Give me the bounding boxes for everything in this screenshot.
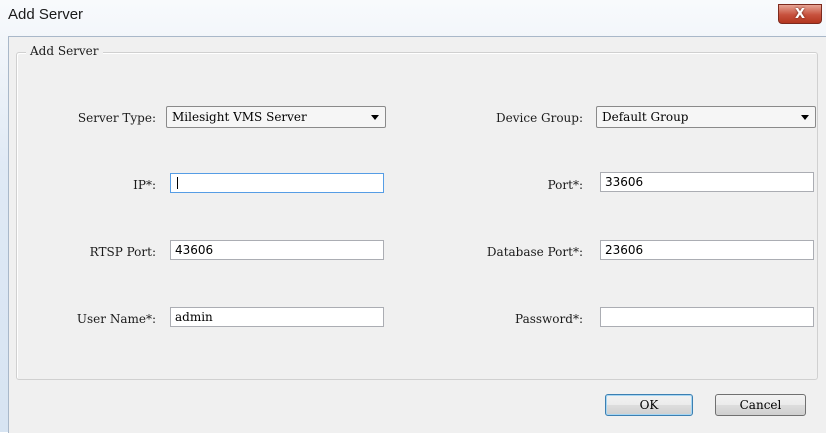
title-bar[interactable]: Add Server X [0, 0, 826, 32]
close-button[interactable]: X [778, 4, 822, 24]
rtsp-port-label: RTSP Port: [89, 245, 156, 259]
ip-label: IP*: [133, 178, 156, 192]
database-port-label: Database Port*: [486, 245, 583, 259]
ok-button[interactable]: OK [605, 394, 693, 416]
text-caret [177, 177, 178, 189]
add-server-groupbox [16, 52, 818, 380]
device-group-value: Default Group [602, 110, 689, 124]
server-type-label: Server Type: [77, 111, 156, 125]
window-title: Add Server [8, 6, 84, 23]
ip-input[interactable] [170, 173, 384, 193]
close-icon: X [794, 6, 806, 22]
chevron-down-icon [371, 115, 379, 120]
chevron-down-icon [801, 115, 809, 120]
device-group-select[interactable]: Default Group [596, 106, 816, 128]
add-server-dialog: Add Server X Add Server Server Type: Mil… [0, 0, 826, 433]
port-input[interactable]: 33606 [600, 172, 814, 192]
user-name-input[interactable]: admin [170, 307, 384, 327]
groupbox-legend: Add Server [26, 44, 103, 58]
server-type-select[interactable]: Milesight VMS Server [166, 106, 386, 128]
rtsp-port-input[interactable]: 43606 [170, 240, 384, 260]
user-name-label: User Name*: [76, 312, 156, 326]
device-group-label: Device Group: [496, 111, 583, 125]
cancel-button[interactable]: Cancel [715, 394, 806, 416]
password-label: Password*: [515, 312, 583, 326]
database-port-input[interactable]: 23606 [600, 240, 814, 260]
server-type-value: Milesight VMS Server [172, 110, 307, 124]
port-label: Port*: [547, 178, 583, 192]
password-input[interactable] [600, 307, 814, 327]
